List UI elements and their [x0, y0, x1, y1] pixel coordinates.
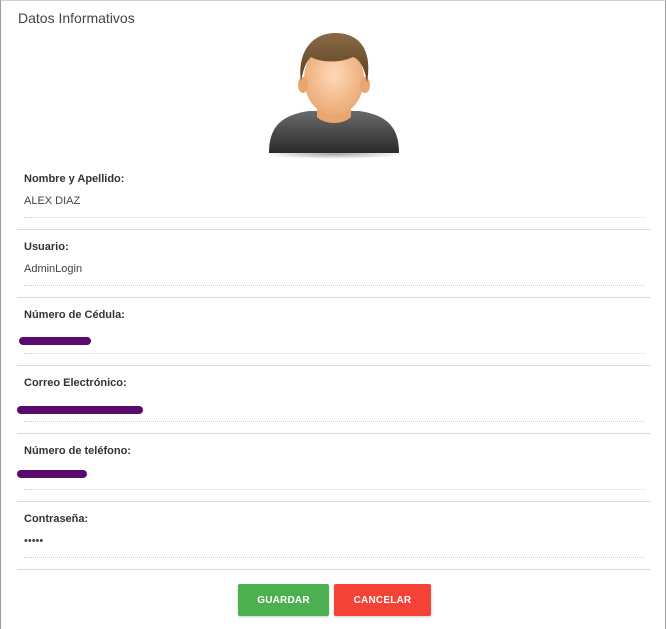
- full-name-label: Nombre y Apellido:: [24, 173, 125, 185]
- field-username: Usuario: AdminLogin: [17, 229, 651, 298]
- phone-underline: [24, 489, 644, 490]
- cancel-button[interactable]: CANCELAR: [334, 584, 431, 616]
- email-underline: [24, 421, 644, 422]
- field-id-number: Número de Cédula:: [17, 297, 651, 366]
- password-label: Contraseña:: [24, 513, 89, 525]
- id-number-underline: [24, 353, 644, 354]
- id-number-label: Número de Cédula:: [24, 309, 125, 321]
- user-avatar-icon: [261, 27, 407, 159]
- username-value[interactable]: AdminLogin: [24, 263, 82, 275]
- user-info-panel: Datos Informativos Nombre y Apellido: AL…: [0, 0, 666, 629]
- full-name-value[interactable]: ALEX DIAZ: [24, 195, 80, 207]
- field-email: Correo Electrónico:: [17, 365, 651, 434]
- full-name-underline: [24, 217, 644, 218]
- field-phone: Número de teléfono:: [17, 433, 651, 502]
- panel-title: Datos Informativos: [18, 10, 135, 26]
- password-underline: [24, 557, 644, 558]
- phone-redaction: [17, 470, 87, 478]
- email-redaction: [17, 406, 143, 414]
- password-value[interactable]: •••••: [24, 535, 43, 547]
- save-button[interactable]: GUARDAR: [238, 584, 329, 616]
- username-label: Usuario:: [24, 241, 69, 253]
- field-password: Contraseña: •••••: [17, 501, 651, 570]
- phone-label: Número de teléfono:: [24, 445, 131, 457]
- field-full-name: Nombre y Apellido: ALEX DIAZ: [17, 161, 651, 230]
- username-underline: [24, 285, 644, 286]
- email-label: Correo Electrónico:: [24, 377, 127, 389]
- id-number-redaction: [19, 337, 91, 345]
